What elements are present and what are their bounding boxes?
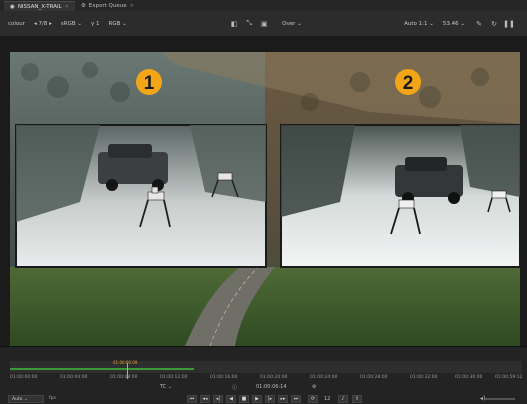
inset-original[interactable] <box>15 124 267 268</box>
step-forward-button[interactable]: ▸▸ <box>278 395 288 403</box>
fps-mode-value: Auto <box>12 396 23 402</box>
compare-icon[interactable]: ◧ <box>229 19 239 29</box>
colorspace-dropdown[interactable]: sRGB ⌄ <box>61 21 82 27</box>
zoom-dropdown[interactable]: Auto 1:1 ⌄ <box>404 21 434 27</box>
next-frame-button[interactable]: |▸ <box>265 395 275 403</box>
badge-1-label: 1 <box>144 73 155 94</box>
inset-graded[interactable] <box>280 124 520 268</box>
close-icon[interactable]: ✕ <box>65 4 69 10</box>
play-button[interactable]: ▶ <box>252 395 262 403</box>
channels-value: RGB <box>108 20 121 27</box>
loop-count: 12 <box>324 396 331 402</box>
prev-frame-button[interactable]: ◂| <box>213 395 223 403</box>
loop-icon[interactable]: ↻ <box>489 19 499 29</box>
current-timecode: 01:00:06:14 <box>256 384 287 390</box>
badge-2-label: 2 <box>403 73 414 94</box>
tab-bar: ◉ NISSAN_X-TRAIL ✕ ⚙ Export Queue ✕ <box>0 0 527 11</box>
tab-label: Export Queue <box>88 3 127 9</box>
image-viewer[interactable]: 1 2 <box>10 52 520 346</box>
pause-icon[interactable]: ❚❚ <box>503 19 515 29</box>
colorspace-value: sRGB <box>60 20 76 27</box>
settings-icon[interactable]: ⚙ <box>312 384 316 390</box>
tc-dropdown[interactable]: TC ⌄ <box>160 384 172 390</box>
colour-label: colour <box>8 20 26 27</box>
playhead-timecode: 01:00:06:09 <box>113 360 138 365</box>
gamma-value: 1 <box>96 20 100 27</box>
go-to-start-button[interactable]: ⏮ <box>187 395 197 403</box>
cached-range <box>10 368 194 370</box>
frame-selector[interactable]: ◂ 7/8 ▸ <box>34 21 52 27</box>
gear-icon: ⚙ <box>80 3 86 9</box>
fps-mode-dropdown[interactable]: Auto ⌄ <box>8 395 44 403</box>
gamma-dropdown[interactable]: γ 1 <box>91 21 100 27</box>
channels-dropdown[interactable]: RGB ⌄ <box>109 21 127 27</box>
frame-value: 7/8 <box>38 20 48 27</box>
loop-mode-button[interactable]: ⟳ <box>308 395 318 403</box>
eyedropper-icon[interactable]: ✎ <box>474 19 484 29</box>
audio-button[interactable]: ♪ <box>338 395 348 403</box>
transport-controls: TC ⌄ ⓘ 01:00:06:14 ⚙ Auto ⌄ fps ⏮ ◂◂ ◂| … <box>0 374 527 404</box>
tc-label: TC <box>160 384 167 390</box>
fps-display[interactable]: 53.46 ⌄ <box>443 21 465 27</box>
close-icon[interactable]: ✕ <box>130 3 134 9</box>
tab-label: NISSAN_X-TRAIL <box>17 3 62 10</box>
fps-unit-label: fps <box>49 396 56 401</box>
tab-nissan-x-trail[interactable]: ◉ NISSAN_X-TRAIL ✕ <box>4 1 75 11</box>
fps-value: 53.46 <box>442 20 459 27</box>
play-reverse-button[interactable]: ◀ <box>226 395 236 403</box>
wipe-icon[interactable]: ⤡ <box>244 19 254 29</box>
tab-export-queue[interactable]: ⚙ Export Queue ✕ <box>75 1 140 11</box>
zoom-value: Auto 1:1 <box>404 20 428 27</box>
info-icon[interactable]: ⓘ <box>232 384 237 391</box>
viewer-canvas: 1 2 <box>10 52 520 346</box>
export-button[interactable]: ⇪ <box>352 395 362 403</box>
go-to-end-button[interactable]: ⏭ <box>291 395 301 403</box>
volume-slider[interactable] <box>485 398 515 400</box>
layout-icon[interactable]: ▣ <box>259 19 269 29</box>
overlay-dropdown[interactable]: Over ⌄ <box>282 21 302 27</box>
step-back-button[interactable]: ◂◂ <box>200 395 210 403</box>
overlay-value: Over <box>282 20 296 27</box>
stop-button[interactable]: ■ <box>239 395 249 403</box>
timeline-ruler[interactable] <box>10 361 522 373</box>
viewer-toolbar: colour ◂ 7/8 ▸ sRGB ⌄ γ 1 RGB ⌄ ◧ ⤡ ▣ Ov… <box>0 11 527 37</box>
viewer-icon: ◉ <box>10 3 15 10</box>
